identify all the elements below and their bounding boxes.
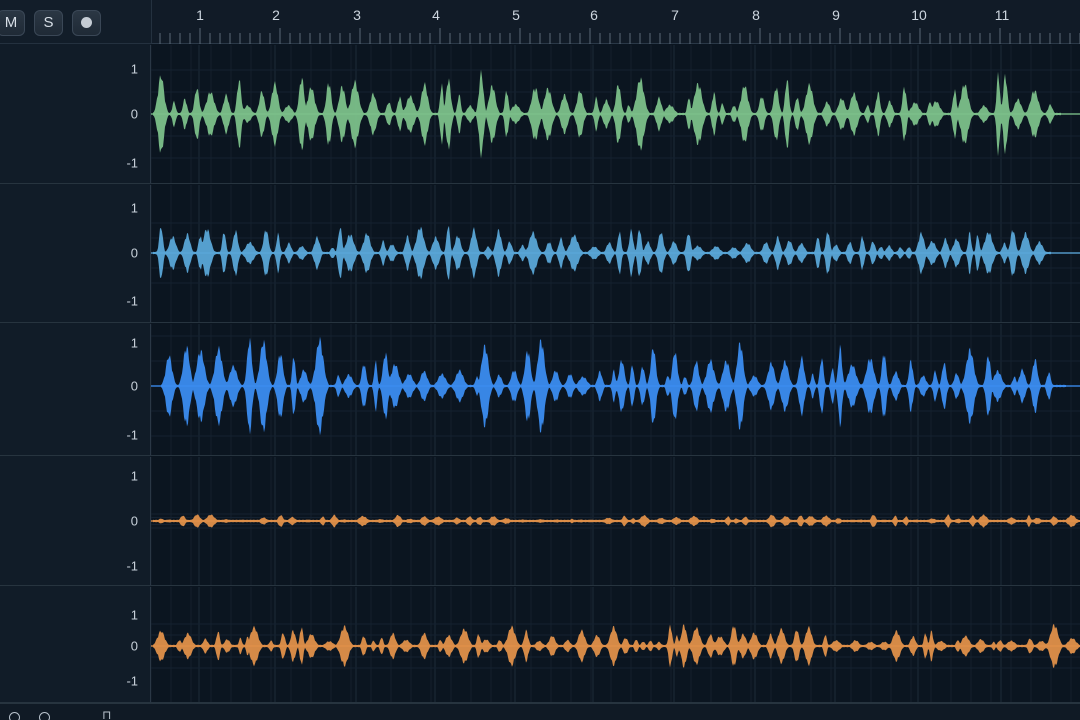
bar-number: 5 bbox=[512, 7, 520, 23]
track-lane-2[interactable] bbox=[151, 185, 1080, 323]
timeline-ruler[interactable]: 1 2 3 4 5 6 7 8 9 10 11 bbox=[151, 0, 1080, 44]
scale-label-bottom: -1 bbox=[126, 293, 138, 309]
circle-icon[interactable] bbox=[9, 712, 20, 720]
bar-number: 4 bbox=[432, 7, 440, 23]
bar-number: 8 bbox=[752, 7, 760, 23]
track-header[interactable]: 1 0 -1 bbox=[0, 587, 151, 703]
track-header[interactable]: 1 0 -1 bbox=[0, 324, 151, 456]
scale-label-zero: 0 bbox=[130, 638, 138, 654]
track-header[interactable]: 1 0 -1 bbox=[0, 457, 151, 586]
scale-label-bottom: -1 bbox=[126, 673, 138, 689]
bar-number: 9 bbox=[832, 7, 840, 23]
scale-label-zero: 0 bbox=[130, 245, 138, 261]
solo-button[interactable]: S bbox=[34, 10, 63, 36]
bar-number: 10 bbox=[911, 7, 927, 23]
bar-number: 1 bbox=[196, 7, 204, 23]
waveform-shape bbox=[153, 514, 1080, 528]
bar-number: 6 bbox=[590, 7, 598, 23]
bar-number: 7 bbox=[671, 7, 679, 23]
ruler-ticks bbox=[159, 28, 1080, 44]
footer-toolbar: ⊓ bbox=[0, 703, 1080, 720]
waveform-shape bbox=[161, 336, 1066, 436]
waveform-clip[interactable] bbox=[151, 45, 1080, 184]
waveform-clip[interactable] bbox=[151, 324, 1080, 456]
scale-label-bottom: -1 bbox=[126, 558, 138, 574]
scale-label-top: 1 bbox=[130, 335, 138, 351]
waveform-shape bbox=[153, 624, 1080, 668]
scale-label-zero: 0 bbox=[130, 106, 138, 122]
scale-label-zero: 0 bbox=[130, 378, 138, 394]
track-header[interactable]: 1 0 -1 bbox=[0, 45, 151, 184]
scale-label-top: 1 bbox=[130, 607, 138, 623]
scale-label-top: 1 bbox=[130, 61, 138, 77]
transport-controls: M S bbox=[0, 0, 151, 44]
waveform-clip[interactable] bbox=[151, 185, 1080, 323]
scale-label-top: 1 bbox=[130, 200, 138, 216]
circle-icon[interactable] bbox=[39, 712, 50, 720]
mute-button[interactable]: M bbox=[0, 10, 25, 36]
scale-label-zero: 0 bbox=[130, 513, 138, 529]
bar-number: 3 bbox=[353, 7, 361, 23]
track-lane-4[interactable] bbox=[151, 457, 1080, 586]
bar-number: 2 bbox=[272, 7, 280, 23]
track-lane-1[interactable] bbox=[151, 45, 1080, 184]
scale-label-bottom: -1 bbox=[126, 155, 138, 171]
scale-label-top: 1 bbox=[130, 468, 138, 484]
record-button[interactable] bbox=[72, 10, 101, 36]
record-icon bbox=[81, 17, 92, 28]
track-lane-5[interactable] bbox=[151, 587, 1080, 703]
waveform-shape bbox=[153, 69, 1061, 159]
waveform-clip[interactable] bbox=[151, 587, 1080, 703]
track-header[interactable]: 1 0 -1 bbox=[0, 185, 151, 323]
bar-number: 11 bbox=[994, 7, 1010, 23]
marker-icon[interactable]: ⊓ bbox=[102, 708, 111, 720]
track-lane-3[interactable] bbox=[151, 324, 1080, 456]
waveform-clip[interactable] bbox=[151, 457, 1080, 586]
waveform-shape bbox=[153, 225, 1051, 281]
scale-label-bottom: -1 bbox=[126, 427, 138, 443]
